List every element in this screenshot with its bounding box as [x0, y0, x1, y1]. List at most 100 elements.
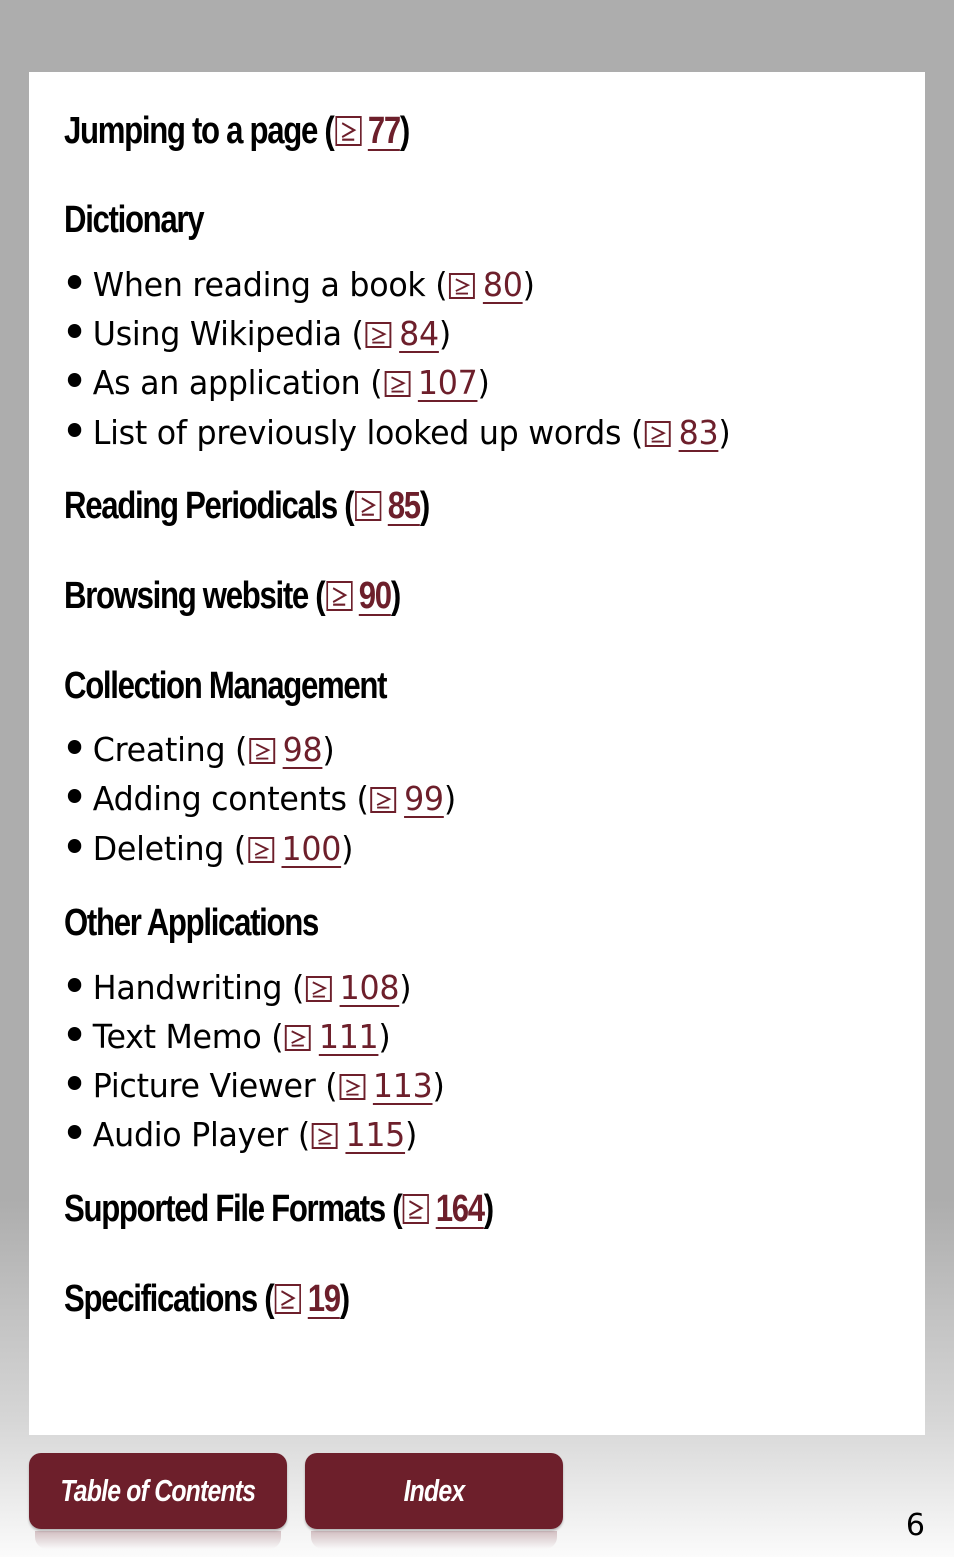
paren: ) — [438, 314, 451, 353]
item-label: List of previously looked up words — [92, 413, 622, 452]
paren: ) — [390, 575, 401, 617]
go-to-page-icon — [274, 1284, 302, 1314]
paren: ) — [432, 1066, 445, 1105]
go-to-page-icon — [354, 491, 382, 521]
bullet-icon — [67, 275, 82, 289]
paren: ( — [356, 779, 369, 818]
paren: ( — [292, 968, 305, 1007]
heading-text: Jumping to a page — [64, 110, 318, 152]
go-to-page-icon — [384, 371, 411, 397]
list-item: As an application (107) — [64, 366, 490, 399]
section-heading-other-applications: Other Applications — [64, 902, 319, 944]
paren: ( — [325, 1066, 338, 1105]
page-link-108[interactable]: 108 — [340, 968, 400, 1007]
button-reflection — [311, 1531, 557, 1549]
paren: ( — [631, 413, 644, 452]
table-of-contents-button[interactable]: Table of Contents — [29, 1453, 287, 1549]
page-link-113[interactable]: 113 — [373, 1066, 433, 1105]
page-link-84[interactable]: 84 — [399, 314, 439, 353]
paren: ) — [718, 413, 731, 452]
list-item: Deleting (100) — [64, 832, 353, 865]
button-reflection — [35, 1531, 281, 1549]
paren: ) — [405, 1115, 418, 1154]
paren: ) — [419, 485, 430, 527]
paren: ) — [399, 968, 412, 1007]
page-link-83[interactable]: 83 — [679, 413, 719, 452]
item-label: Adding contents — [92, 779, 347, 818]
heading-text: Browsing website — [64, 575, 309, 617]
bullet-icon — [67, 1076, 82, 1090]
paren: ) — [483, 1188, 494, 1230]
paren: ) — [322, 730, 335, 769]
paren: ( — [344, 485, 354, 527]
paren: ) — [339, 1278, 350, 1320]
section-heading-specifications: Specifications (19) — [64, 1278, 350, 1320]
go-to-page-icon — [305, 976, 332, 1002]
page-link-115[interactable]: 115 — [345, 1115, 405, 1154]
page-link-111[interactable]: 111 — [319, 1017, 379, 1056]
index-button[interactable]: Index — [305, 1453, 563, 1549]
go-to-page-icon — [249, 738, 275, 764]
go-to-page-icon — [449, 273, 476, 299]
paren: ( — [392, 1188, 402, 1230]
item-label: As an application — [92, 363, 361, 402]
section-heading-jumping-to-page: Jumping to a page (77) — [64, 110, 410, 152]
list-item: Adding contents (99) — [64, 782, 456, 815]
paren: ) — [399, 110, 410, 152]
page-link-80[interactable]: 80 — [483, 265, 523, 304]
item-label: Deleting — [92, 829, 225, 868]
page-link-99[interactable]: 99 — [404, 779, 444, 818]
list-item: Audio Player (115) — [64, 1118, 417, 1151]
list-item: When reading a book (80) — [64, 268, 535, 301]
bullet-icon — [67, 978, 82, 992]
paren: ( — [233, 829, 246, 868]
page-link-100[interactable]: 100 — [281, 829, 341, 868]
bullet-icon — [67, 1027, 82, 1041]
list-item: Handwriting (108) — [64, 968, 412, 1007]
item-label: Handwriting — [92, 968, 283, 1007]
go-to-page-icon — [335, 116, 362, 146]
paren: ) — [477, 363, 490, 402]
page-link-164[interactable]: 164 — [436, 1188, 485, 1230]
document-page: Jumping to a page (77) Dictionary When r… — [29, 72, 925, 1435]
go-to-page-icon — [311, 1123, 338, 1149]
heading-text: Reading Periodicals — [64, 485, 338, 527]
bullet-icon — [67, 324, 82, 338]
page-link-98[interactable]: 98 — [283, 730, 323, 769]
go-to-page-icon — [365, 322, 392, 348]
button-label: Table of Contents — [60, 1473, 257, 1508]
go-to-page-icon — [645, 421, 671, 447]
paren: ) — [378, 1017, 391, 1056]
section-heading-supported-file-formats: Supported File Formats (164) — [64, 1188, 494, 1230]
item-label: Creating — [92, 730, 226, 769]
item-label: Text Memo — [92, 1017, 262, 1056]
bullet-icon — [67, 740, 82, 754]
go-to-page-icon — [325, 581, 353, 611]
list-item: Text Memo (111) — [64, 1020, 391, 1053]
page-link-77[interactable]: 77 — [368, 110, 401, 152]
go-to-page-icon — [247, 837, 274, 863]
item-label: Picture Viewer — [92, 1066, 316, 1105]
paren: ) — [341, 829, 354, 868]
button-label: Index — [403, 1473, 466, 1508]
go-to-page-icon — [370, 787, 397, 813]
list-item: List of previously looked up words (83) — [64, 413, 731, 452]
section-heading-dictionary: Dictionary — [64, 199, 205, 241]
page-link-107[interactable]: 107 — [418, 363, 478, 402]
list-item: Creating (98) — [64, 730, 335, 769]
section-heading-browsing-website: Browsing website (90) — [64, 575, 401, 617]
page-number: 6 — [905, 1508, 925, 1543]
paren: ( — [324, 110, 334, 152]
go-to-page-icon — [402, 1194, 430, 1224]
paren: ) — [522, 265, 535, 304]
page-link-85[interactable]: 85 — [388, 485, 421, 527]
list-item: Picture Viewer (113) — [64, 1069, 445, 1102]
section-heading-collection-management: Collection Management — [64, 665, 387, 707]
page-link-90[interactable]: 90 — [359, 575, 392, 617]
paren: ( — [264, 1278, 274, 1320]
paren: ( — [435, 265, 448, 304]
item-label: Using Wikipedia — [92, 314, 342, 353]
paren: ( — [370, 363, 383, 402]
page-link-19[interactable]: 19 — [308, 1278, 341, 1320]
paren: ( — [235, 730, 248, 769]
